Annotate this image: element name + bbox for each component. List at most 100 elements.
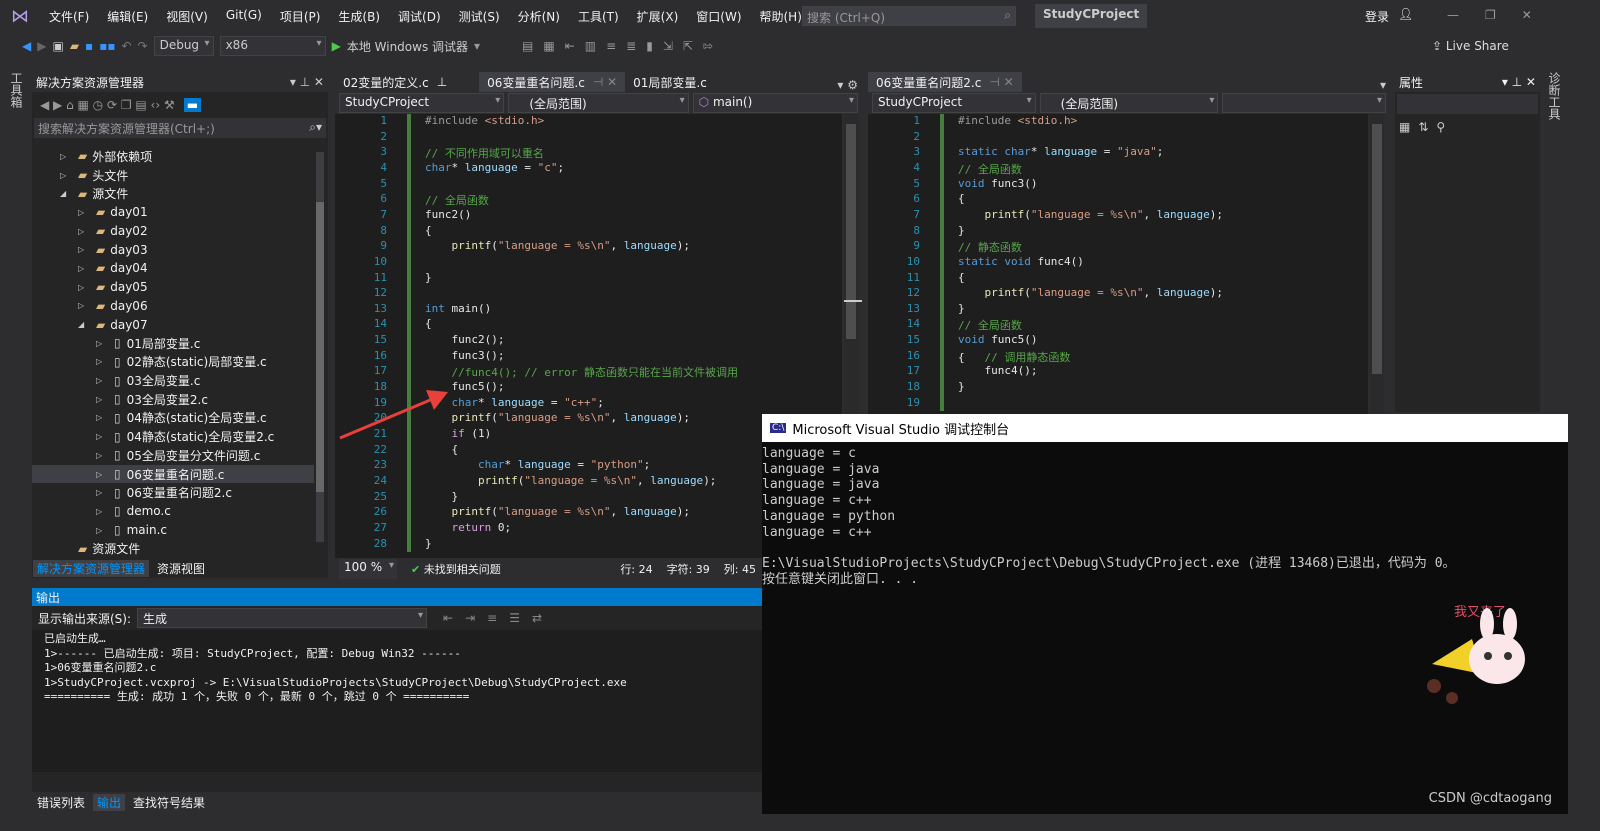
code-editor[interactable]: 1 #include <stdio.h> 2 3 static char* langua…	[868, 114, 1368, 414]
expand-icon[interactable]: ▷	[96, 432, 106, 441]
menu-item[interactable]: 生成(B)	[329, 8, 389, 25]
code-line[interactable]: // 全局函数	[958, 161, 1022, 177]
menu-item[interactable]: 文件(F)	[40, 8, 98, 25]
tree-item[interactable]: ◢ ▰ day07	[32, 315, 314, 334]
expand-icon[interactable]: ▷	[78, 208, 88, 217]
tree-item[interactable]: ▷ ▰ 外部依赖项	[32, 147, 314, 166]
code-line[interactable]: //func4(); // error 静态函数只能在当前文件被调用	[425, 364, 738, 380]
back-icon[interactable]: ◀	[22, 39, 31, 53]
expand-icon[interactable]: ◢	[78, 320, 88, 329]
project-select[interactable]: StudyCProject	[339, 93, 505, 113]
tab-overflow-icon[interactable]: ▾ ⚙	[833, 78, 862, 92]
code-line[interactable]: {	[425, 317, 432, 330]
config-select[interactable]: Debug	[153, 36, 214, 56]
expand-icon[interactable]: ▷	[78, 283, 88, 292]
live-share-button[interactable]: ⇪ Live Share	[1432, 39, 1509, 53]
output-toolbar[interactable]: ⇤⇥≡☰⇄	[443, 611, 554, 625]
tree-item[interactable]: ▷ ▯ 06变量重名问题2.c	[32, 483, 314, 502]
code-line[interactable]: }	[425, 490, 458, 503]
tree-item[interactable]: ▷ ▯ 04静态(static)全局变量2.c	[32, 427, 314, 446]
search-input[interactable]: 搜索 (Ctrl+Q) ⌕	[802, 6, 1016, 26]
tree-item[interactable]: ▷ ▯ 06变量重名问题.c	[32, 464, 314, 484]
scope-select[interactable]: (全局范围)	[1039, 93, 1219, 113]
login-link[interactable]: 登录	[1365, 8, 1389, 25]
tab-solution-explorer[interactable]: 解决方案资源管理器	[33, 559, 150, 577]
code-line[interactable]: {	[958, 192, 965, 205]
code-line[interactable]: func2();	[425, 333, 504, 346]
editor-scrollbar[interactable]	[1370, 114, 1384, 414]
undo-icon[interactable]: ↶	[121, 39, 131, 53]
code-line[interactable]: }	[958, 224, 965, 237]
code-line[interactable]: static char* language = "java";	[958, 145, 1163, 158]
pin-close-icons[interactable]: ▾ ⊥ ✕	[1502, 75, 1536, 89]
issues-status[interactable]: ✔ 未找到相关问题	[411, 561, 501, 577]
expand-icon[interactable]: ▷	[96, 376, 106, 385]
tree-item[interactable]: ▷ ▯ 05全局变量分文件问题.c	[32, 446, 314, 465]
expand-icon[interactable]: ▷	[96, 470, 106, 479]
window-controls[interactable]: —❐✕	[1447, 8, 1558, 22]
expand-icon[interactable]: ▷	[78, 227, 88, 236]
diagnostics-tab[interactable]: 诊断工具	[1546, 72, 1563, 120]
user-icon[interactable]: 👤︎	[1398, 7, 1413, 21]
menu-item[interactable]: 测试(S)	[450, 8, 509, 25]
scope-select[interactable]: (全局范围)	[508, 93, 689, 113]
tab-find-symbol[interactable]: 查找符号结果	[129, 794, 209, 811]
project-select[interactable]: StudyCProject	[872, 93, 1036, 113]
debug-console[interactable]: C:\ Microsoft Visual Studio 调试控制台 languag…	[762, 414, 1568, 814]
code-line[interactable]: // 不同作用域可以重名	[425, 145, 544, 161]
code-line[interactable]: }	[425, 271, 432, 284]
member-select[interactable]	[1222, 93, 1387, 113]
expand-icon[interactable]: ▷	[96, 507, 106, 516]
expand-icon[interactable]: ▷	[78, 264, 88, 273]
code-line[interactable]: {	[958, 271, 965, 284]
tree-item[interactable]: ▷ ▯ 03全局变量2.c	[32, 390, 314, 409]
tree-item[interactable]: ▰ 资源文件	[32, 539, 314, 558]
tab-file-active[interactable]: 06变量重名问题.c ⊣ ✕	[479, 72, 626, 92]
properties-toolbar[interactable]: ▦⇅⚲	[1395, 116, 1540, 138]
menu-item[interactable]: 项目(P)	[271, 8, 330, 25]
menu-item[interactable]: 视图(V)	[157, 8, 217, 25]
code-line[interactable]: void func5()	[958, 333, 1037, 346]
code-line[interactable]: printf("language = %s\n", language);	[425, 505, 690, 518]
code-line[interactable]: func2()	[425, 208, 471, 221]
code-line[interactable]: }	[958, 380, 965, 393]
tree-item[interactable]: ▷ ▰ day04	[32, 259, 314, 278]
open-icon[interactable]: ▰	[70, 39, 79, 53]
tree-item[interactable]: ▷ ▰ day02	[32, 222, 314, 241]
expand-icon[interactable]: ▷	[78, 245, 88, 254]
code-line[interactable]: // 静态函数	[958, 239, 1022, 255]
tree-item[interactable]: ◢ ▰ 源文件	[32, 184, 314, 203]
code-line[interactable]: func4();	[958, 364, 1037, 377]
menu-item[interactable]: 调试(D)	[389, 8, 450, 25]
menu-item[interactable]: 编辑(E)	[98, 8, 157, 25]
code-line[interactable]: #include <stdio.h>	[958, 114, 1077, 127]
expand-icon[interactable]: ▷	[96, 339, 106, 348]
redo-icon[interactable]: ↷	[138, 39, 148, 53]
toolbar-icons[interactable]: ▤▦⇤▥≡≣▮⇲⇱⇰	[522, 39, 723, 53]
tree-item[interactable]: ▷ ▯ 01局部变量.c	[32, 334, 314, 353]
save-all-icon[interactable]: ▪▪	[99, 39, 115, 53]
tree-item[interactable]: ▷ ▯ 03全局变量.c	[32, 371, 314, 390]
tab-file[interactable]: 01局部变量.c	[625, 72, 715, 92]
tree-item[interactable]: ▷ ▰ day03	[32, 240, 314, 259]
solution-search-input[interactable]: 搜索解决方案资源管理器(Ctrl+;) ⌕▾	[34, 118, 326, 138]
expand-icon[interactable]: ▷	[78, 301, 88, 310]
expand-icon[interactable]: ▷	[96, 413, 106, 422]
toolbox-tab[interactable]: 工具箱	[8, 72, 25, 108]
run-button[interactable]: 本地 Windows 调试器	[347, 38, 468, 55]
menu-item[interactable]: Git(G)	[217, 8, 271, 25]
new-project-icon[interactable]: ▣	[52, 39, 63, 53]
code-line[interactable]: }	[425, 537, 432, 550]
code-line[interactable]: char* language = "c";	[425, 161, 564, 174]
solution-toolbar[interactable]: ◀ ▶ ⌂ ▦ ◷ ⟳ ❐ ▤ ‹› ⚒ ▬	[32, 92, 328, 118]
tab-file-active[interactable]: 06变量重名问题2.c ⊣ ✕	[868, 72, 1022, 92]
tree-item[interactable]: ▷ ▯ 02静态(static)局部变量.c	[32, 353, 314, 372]
tree-item[interactable]: ▷ ▰ 头文件	[32, 166, 314, 185]
tab-output[interactable]: 输出	[93, 793, 126, 811]
code-line[interactable]: static void func4()	[958, 255, 1084, 268]
scrollbar[interactable]	[316, 152, 324, 542]
expand-icon[interactable]: ▷	[96, 488, 106, 497]
expand-icon[interactable]: ▷	[96, 526, 106, 535]
code-line[interactable]: printf("language = %s\n", language);	[425, 239, 690, 252]
expand-icon[interactable]: ◢	[60, 189, 70, 198]
